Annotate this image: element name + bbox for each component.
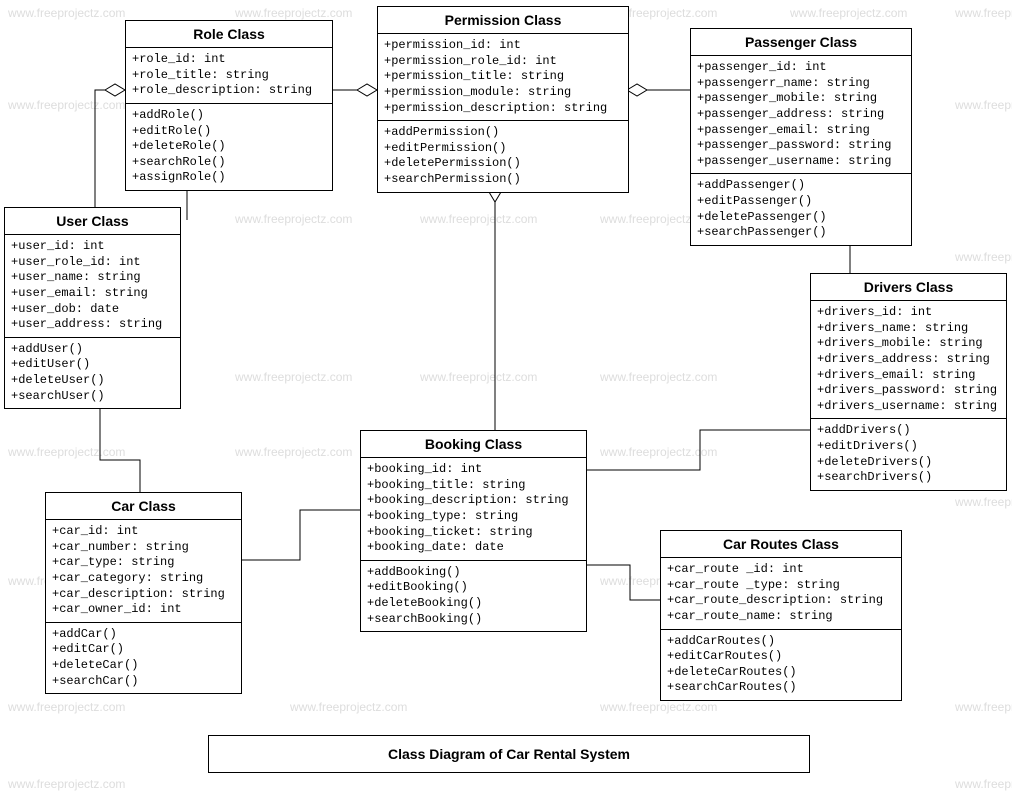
watermark: www.freeprojectz.com (420, 370, 537, 384)
class-passenger: Passenger Class +passenger_id: int +pass… (690, 28, 912, 246)
class-booking: Booking Class +booking_id: int +booking_… (360, 430, 587, 632)
class-title: Passenger Class (691, 29, 911, 56)
class-car-routes: Car Routes Class +car_route _id: int +ca… (660, 530, 902, 701)
class-attributes: +car_id: int +car_number: string +car_ty… (46, 520, 241, 623)
class-attributes: +drivers_id: int +drivers_name: string +… (811, 301, 1006, 419)
watermark: www.freeprojectz.com (955, 250, 1012, 264)
class-attributes: +permission_id: int +permission_role_id:… (378, 34, 628, 121)
watermark: www.freeprojectz.com (955, 6, 1012, 20)
class-attributes: +role_id: int +role_title: string +role_… (126, 48, 332, 104)
watermark: www.freeprojectz.com (8, 777, 125, 791)
watermark: www.freeprojectz.com (8, 98, 125, 112)
watermark: www.freeprojectz.com (235, 6, 352, 20)
class-title: Role Class (126, 21, 332, 48)
class-operations: +addCar() +editCar() +deleteCar() +searc… (46, 623, 241, 693)
class-title: Car Class (46, 493, 241, 520)
diagram-caption: Class Diagram of Car Rental System (208, 735, 810, 773)
class-attributes: +booking_id: int +booking_title: string … (361, 458, 586, 561)
watermark: www.freeprojectz.com (8, 445, 125, 459)
watermark: www.freeprojectz.com (955, 98, 1012, 112)
class-user: User Class +user_id: int +user_role_id: … (4, 207, 181, 409)
watermark: www.freeprojectz.com (955, 700, 1012, 714)
class-operations: +addRole() +editRole() +deleteRole() +se… (126, 104, 332, 190)
class-permission: Permission Class +permission_id: int +pe… (377, 6, 629, 193)
watermark: www.freeprojectz.com (8, 700, 125, 714)
class-operations: +addDrivers() +editDrivers() +deleteDriv… (811, 419, 1006, 489)
class-title: Drivers Class (811, 274, 1006, 301)
watermark: www.freeprojectz.com (235, 370, 352, 384)
class-operations: +addBooking() +editBooking() +deleteBook… (361, 561, 586, 631)
class-title: Permission Class (378, 7, 628, 34)
watermark: www.freeprojectz.com (420, 212, 537, 226)
watermark: www.freeprojectz.com (600, 445, 717, 459)
class-title: User Class (5, 208, 180, 235)
class-operations: +addCarRoutes() +editCarRoutes() +delete… (661, 630, 901, 700)
watermark: www.freeprojectz.com (600, 370, 717, 384)
watermark: www.freeprojectz.com (235, 212, 352, 226)
class-operations: +addPermission() +editPermission() +dele… (378, 121, 628, 191)
watermark: www.freeprojectz.com (235, 445, 352, 459)
class-car: Car Class +car_id: int +car_number: stri… (45, 492, 242, 694)
class-title: Booking Class (361, 431, 586, 458)
class-drivers: Drivers Class +drivers_id: int +drivers_… (810, 273, 1007, 491)
class-role: Role Class +role_id: int +role_title: st… (125, 20, 333, 191)
watermark: www.freeprojectz.com (955, 495, 1012, 509)
class-title: Car Routes Class (661, 531, 901, 558)
class-operations: +addPassenger() +editPassenger() +delete… (691, 174, 911, 244)
class-attributes: +user_id: int +user_role_id: int +user_n… (5, 235, 180, 338)
class-attributes: +passenger_id: int +passengerr_name: str… (691, 56, 911, 174)
class-attributes: +car_route _id: int +car_route _type: st… (661, 558, 901, 629)
watermark: www.freeprojectz.com (600, 700, 717, 714)
watermark: www.freeprojectz.com (790, 6, 907, 20)
class-operations: +addUser() +editUser() +deleteUser() +se… (5, 338, 180, 408)
watermark: www.freeprojectz.com (8, 6, 125, 20)
watermark: www.freeprojectz.com (290, 700, 407, 714)
watermark: www.freeprojectz.com (955, 777, 1012, 791)
